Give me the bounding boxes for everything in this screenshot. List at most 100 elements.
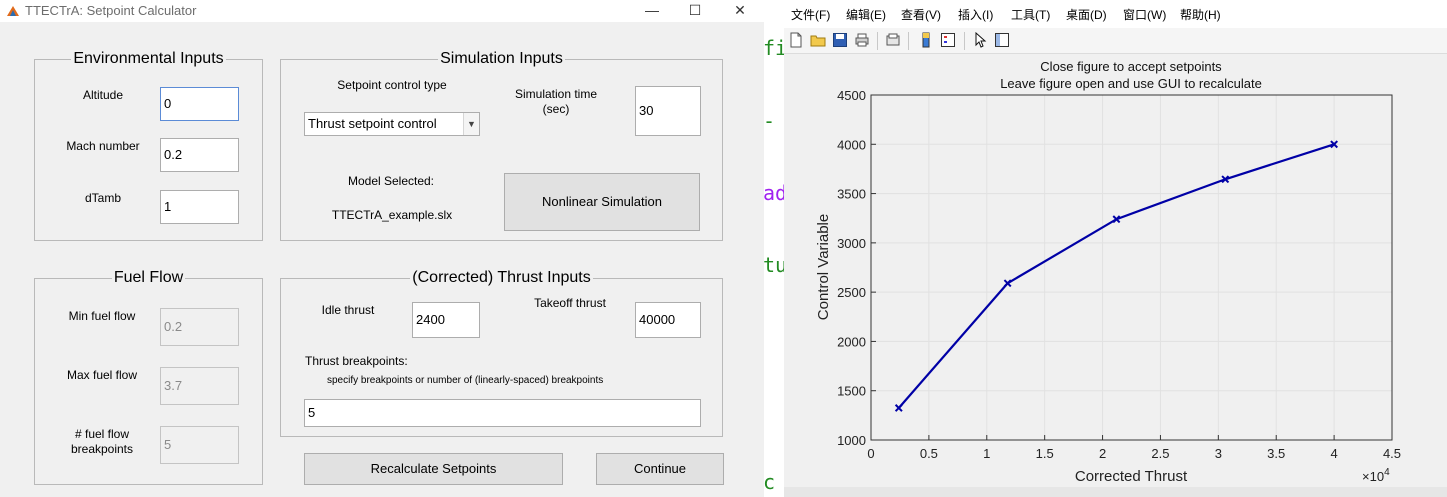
x-tick-label: 2: [1099, 446, 1106, 461]
altitude-input[interactable]: 0: [160, 87, 239, 121]
chevron-down-icon[interactable]: ▼: [463, 113, 479, 135]
close-button[interactable]: ✕: [720, 1, 760, 21]
legend-icon[interactable]: [940, 32, 956, 48]
fuel-flow-breakpoints-label-line1: # fuel flow: [74, 427, 130, 441]
thrust-breakpoints-label: Thrust breakpoints:: [305, 354, 408, 368]
code-fragment: c: [764, 470, 776, 494]
fuel-flow-breakpoints-input[interactable]: 5: [160, 426, 239, 464]
simulation-inputs-title: Simulation Inputs: [438, 50, 565, 67]
code-editor-partial[interactable]: fi - ad tu c: [764, 0, 784, 497]
menu-insert[interactable]: 插入(I): [958, 6, 993, 23]
figure-canvas: Close figure to accept setpoints Leave f…: [784, 55, 1447, 487]
x-tick-label: 3: [1215, 446, 1222, 461]
toolbar-separator: [877, 32, 878, 50]
y-tick-label: 1500: [837, 384, 866, 399]
menu-view[interactable]: 查看(V): [901, 6, 941, 23]
menu-desktop[interactable]: 桌面(D): [1066, 6, 1107, 23]
chart-title-line1: Close figure to accept setpoints: [1040, 59, 1222, 74]
toolbar-separator: [908, 32, 909, 50]
menu-help[interactable]: 帮助(H): [1180, 6, 1221, 23]
y-tick-label: 4000: [837, 137, 866, 152]
y-tick-label: 1000: [837, 433, 866, 448]
code-fragment: -: [764, 109, 776, 133]
thrust-inputs-title: (Corrected) Thrust Inputs: [410, 269, 593, 286]
x-tick-label: 4: [1330, 446, 1337, 461]
grid-lines: [870, 94, 1393, 441]
y-tick-label: 2000: [837, 334, 866, 349]
chart-title-line2: Leave figure open and use GUI to recalcu…: [1000, 76, 1262, 91]
y-tick-label: 4500: [837, 88, 866, 103]
y-tick-label: 3500: [837, 187, 866, 202]
line-chart[interactable]: Close figure to accept setpoints Leave f…: [784, 55, 1447, 487]
continue-button[interactable]: Continue: [596, 453, 724, 485]
menu-window[interactable]: 窗口(W): [1123, 6, 1166, 23]
open-folder-icon[interactable]: [810, 32, 826, 48]
setpoint-calculator-window: TTECTrA: Setpoint Calculator — ☐ ✕ Envir…: [0, 0, 764, 497]
x-tick-label: 1: [983, 446, 990, 461]
model-file-name: TTECTrA_example.slx: [331, 208, 453, 222]
simulation-time-label-line1: Simulation time: [514, 87, 598, 101]
minimize-button[interactable]: —: [632, 1, 672, 21]
recalculate-setpoints-button[interactable]: Recalculate Setpoints: [304, 453, 563, 485]
figure-bottom-edge: [784, 487, 1447, 497]
fuel-flow-title: Fuel Flow: [111, 269, 186, 286]
figure-menu-bar: 文件(F) 编辑(E) 查看(V) 插入(I) 工具(T) 桌面(D) 窗口(W…: [784, 0, 1447, 28]
menu-file[interactable]: 文件(F): [791, 6, 830, 23]
setpoint-control-type-select[interactable]: Thrust setpoint control ▼: [304, 112, 480, 136]
min-fuel-flow-input[interactable]: 0.2: [160, 308, 239, 346]
title-bar: TTECTrA: Setpoint Calculator — ☐ ✕: [0, 0, 764, 22]
x-tick-label: 0.5: [920, 446, 938, 461]
series-line: [897, 143, 1335, 409]
y-tick-label: 2500: [837, 285, 866, 300]
x-tick-label: 4.5: [1383, 446, 1401, 461]
x-tick-label: 1.5: [1036, 446, 1054, 461]
mach-number-input[interactable]: 0.2: [160, 138, 239, 172]
setpoint-control-type-label: Setpoint control type: [337, 78, 447, 92]
x-exponent-power: 4: [1384, 467, 1390, 478]
figure-toolbar: [784, 28, 1447, 54]
max-fuel-flow-input[interactable]: 3.7: [160, 367, 239, 405]
x-tick-label: 2.5: [1151, 446, 1169, 461]
figure-window: 文件(F) 编辑(E) 查看(V) 插入(I) 工具(T) 桌面(D) 窗口(W…: [784, 0, 1447, 497]
print-icon[interactable]: [854, 32, 870, 48]
fuel-flow-breakpoints-label: # fuel flow breakpoints: [56, 427, 148, 457]
screen: TTECTrA: Setpoint Calculator — ☐ ✕ Envir…: [0, 0, 1447, 497]
min-fuel-flow-label: Min fuel flow: [68, 309, 136, 323]
nonlinear-simulation-button[interactable]: Nonlinear Simulation: [504, 173, 700, 231]
pointer-icon[interactable]: [972, 32, 988, 48]
data-series: [894, 140, 1339, 412]
x-axis-label: Corrected Thrust: [1075, 468, 1188, 485]
mach-number-label: Mach number: [66, 139, 140, 153]
toolbar-separator: [964, 32, 965, 50]
window-title: TTECTrA: Setpoint Calculator: [25, 3, 197, 18]
y-tick-label: 3000: [837, 236, 866, 251]
simulation-time-input[interactable]: 30: [635, 86, 701, 136]
x-exponent-label: ×104: [1362, 467, 1390, 484]
simulation-time-label-line2: (sec): [542, 102, 570, 116]
data-point-marker: [894, 404, 903, 412]
maximize-button[interactable]: ☐: [675, 1, 715, 21]
fuel-flow-breakpoints-label-line2: breakpoints: [70, 442, 134, 456]
altitude-label: Altitude: [82, 88, 124, 102]
setpoint-control-type-value: Thrust setpoint control: [308, 116, 437, 131]
property-editor-icon[interactable]: [994, 32, 1010, 48]
plot-area: [870, 94, 1393, 441]
idle-thrust-label: Idle thrust: [321, 303, 375, 317]
dtamb-input[interactable]: 1: [160, 190, 239, 224]
code-fragment: ad: [764, 181, 784, 205]
takeoff-thrust-label: Takeoff thrust: [534, 296, 606, 310]
print-preview-icon[interactable]: [885, 32, 901, 48]
new-file-icon[interactable]: [788, 32, 804, 48]
idle-thrust-input[interactable]: 2400: [412, 302, 480, 338]
y-axis-label: Control Variable: [815, 214, 832, 320]
matlab-icon: [7, 6, 19, 16]
thrust-breakpoints-input[interactable]: 5: [304, 399, 701, 427]
save-icon[interactable]: [832, 32, 848, 48]
x-tick-label: 3.5: [1267, 446, 1285, 461]
menu-edit[interactable]: 编辑(E): [846, 6, 886, 23]
colorbar-icon[interactable]: [918, 32, 934, 48]
takeoff-thrust-input[interactable]: 40000: [635, 302, 701, 338]
thrust-breakpoints-hint: specify breakpoints or number of (linear…: [327, 375, 604, 386]
menu-tools[interactable]: 工具(T): [1011, 6, 1050, 23]
model-selected-label: Model Selected:: [347, 174, 435, 188]
